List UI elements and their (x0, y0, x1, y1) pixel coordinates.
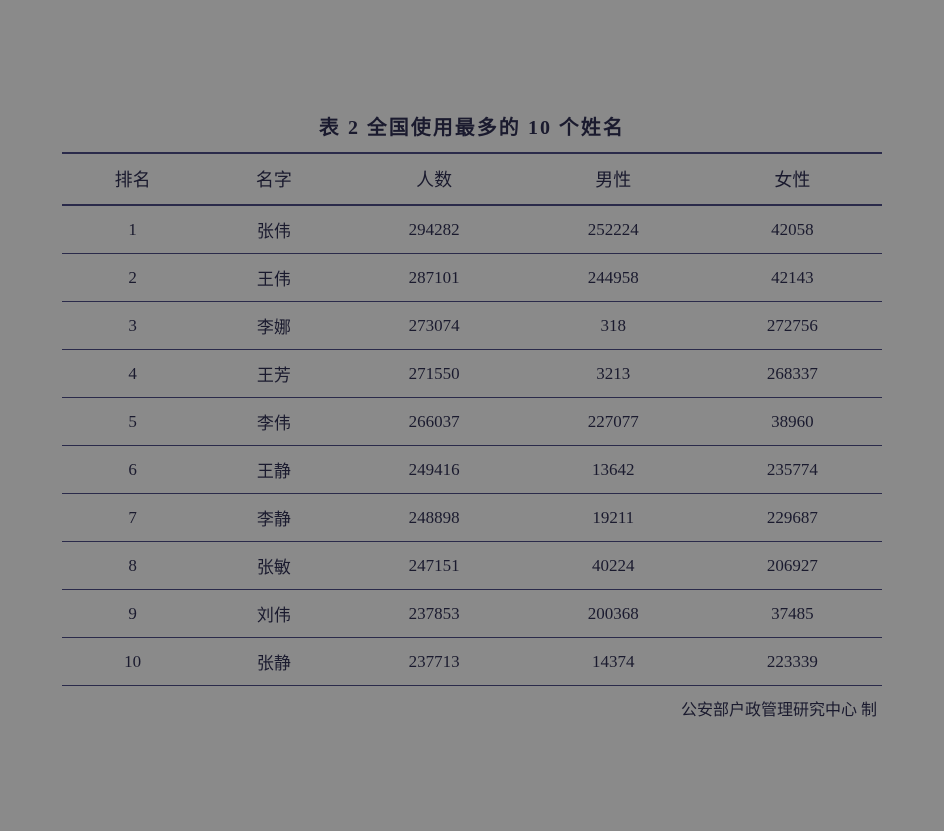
col-header-name: 名字 (203, 153, 344, 205)
cell-total: 266037 (345, 398, 524, 446)
cell-total: 247151 (345, 542, 524, 590)
cell-rank: 1 (62, 205, 203, 254)
cell-female: 37485 (703, 590, 882, 638)
cell-rank: 3 (62, 302, 203, 350)
cell-total: 271550 (345, 350, 524, 398)
cell-rank: 4 (62, 350, 203, 398)
table-header-row: 排名 名字 人数 男性 女性 (62, 153, 882, 205)
cell-name: 王芳 (203, 350, 344, 398)
cell-rank: 7 (62, 494, 203, 542)
table-row: 2王伟28710124495842143 (62, 254, 882, 302)
cell-total: 287101 (345, 254, 524, 302)
footer-note: 公安部户政管理研究中心 制 (62, 696, 882, 720)
cell-rank: 5 (62, 398, 203, 446)
cell-name: 王静 (203, 446, 344, 494)
table-row: 1张伟29428225222442058 (62, 205, 882, 254)
cell-name: 张敏 (203, 542, 344, 590)
table-row: 5李伟26603722707738960 (62, 398, 882, 446)
cell-name: 李伟 (203, 398, 344, 446)
col-header-male: 男性 (524, 153, 703, 205)
data-table: 排名 名字 人数 男性 女性 1张伟294282252224420582王伟28… (62, 152, 882, 686)
cell-male: 318 (524, 302, 703, 350)
cell-male: 244958 (524, 254, 703, 302)
table-row: 7李静24889819211229687 (62, 494, 882, 542)
cell-male: 14374 (524, 638, 703, 686)
cell-female: 268337 (703, 350, 882, 398)
cell-total: 237713 (345, 638, 524, 686)
cell-female: 206927 (703, 542, 882, 590)
cell-total: 249416 (345, 446, 524, 494)
cell-name: 李静 (203, 494, 344, 542)
col-header-female: 女性 (703, 153, 882, 205)
cell-total: 237853 (345, 590, 524, 638)
cell-rank: 2 (62, 254, 203, 302)
cell-female: 272756 (703, 302, 882, 350)
cell-name: 张伟 (203, 205, 344, 254)
cell-female: 42143 (703, 254, 882, 302)
cell-male: 3213 (524, 350, 703, 398)
cell-rank: 8 (62, 542, 203, 590)
cell-total: 273074 (345, 302, 524, 350)
table-row: 4王芳2715503213268337 (62, 350, 882, 398)
table-row: 3李娜273074318272756 (62, 302, 882, 350)
cell-male: 227077 (524, 398, 703, 446)
cell-female: 235774 (703, 446, 882, 494)
cell-total: 294282 (345, 205, 524, 254)
cell-female: 229687 (703, 494, 882, 542)
main-container: 表 2 全国使用最多的 10 个姓名 排名 名字 人数 男性 女性 1张伟294… (22, 81, 922, 750)
table-row: 8张敏24715140224206927 (62, 542, 882, 590)
cell-name: 王伟 (203, 254, 344, 302)
table-row: 6王静24941613642235774 (62, 446, 882, 494)
table-row: 9刘伟23785320036837485 (62, 590, 882, 638)
cell-male: 13642 (524, 446, 703, 494)
cell-name: 李娜 (203, 302, 344, 350)
cell-rank: 6 (62, 446, 203, 494)
cell-total: 248898 (345, 494, 524, 542)
cell-female: 42058 (703, 205, 882, 254)
cell-male: 252224 (524, 205, 703, 254)
table-row: 10张静23771314374223339 (62, 638, 882, 686)
col-header-total: 人数 (345, 153, 524, 205)
cell-male: 40224 (524, 542, 703, 590)
cell-female: 38960 (703, 398, 882, 446)
cell-male: 200368 (524, 590, 703, 638)
cell-rank: 10 (62, 638, 203, 686)
cell-name: 张静 (203, 638, 344, 686)
cell-rank: 9 (62, 590, 203, 638)
cell-female: 223339 (703, 638, 882, 686)
col-header-rank: 排名 (62, 153, 203, 205)
table-title: 表 2 全国使用最多的 10 个姓名 (62, 111, 882, 140)
cell-male: 19211 (524, 494, 703, 542)
cell-name: 刘伟 (203, 590, 344, 638)
